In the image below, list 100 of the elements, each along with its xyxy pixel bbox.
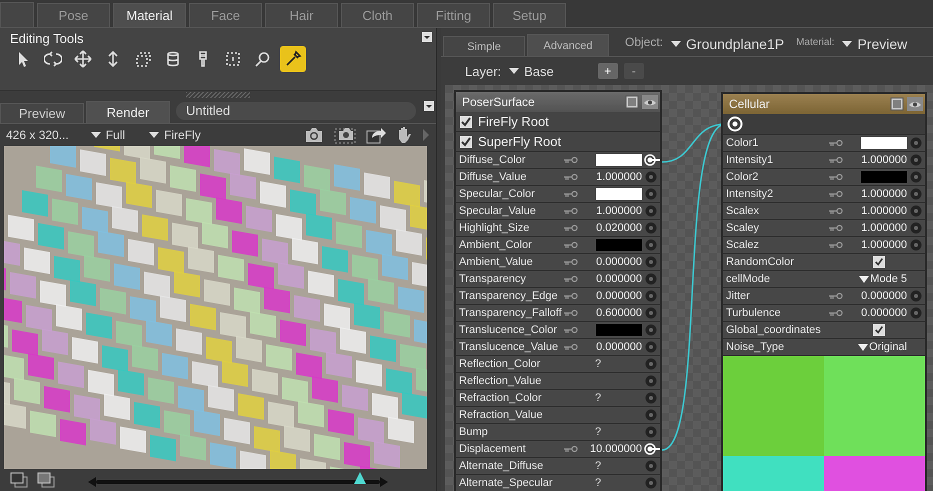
share-icon[interactable]: [366, 126, 386, 144]
move-icon: [74, 50, 92, 68]
camera-icon[interactable]: [304, 127, 324, 143]
parameter-value[interactable]: 1.000000: [845, 239, 907, 251]
mode-tab[interactable]: Simple: [443, 36, 525, 56]
key-icon[interactable]: [829, 309, 843, 317]
parameter-value[interactable]: 0.000000: [580, 290, 642, 302]
parameter-value[interactable]: 10.000000: [580, 443, 642, 455]
parameter-value: ?: [594, 358, 602, 370]
renderer-dropdown[interactable]: FireFly: [149, 128, 201, 142]
parameter-name: Transparency_Falloff: [459, 307, 563, 319]
key-icon[interactable]: [564, 190, 578, 198]
color-swatch[interactable]: [596, 239, 642, 251]
layers-icon[interactable]: [37, 472, 55, 488]
key-icon[interactable]: [564, 292, 578, 300]
parameter-name: Diffuse_Value: [459, 171, 528, 183]
color-swatch[interactable]: [596, 188, 642, 200]
slider-thumb[interactable]: [354, 472, 366, 484]
key-icon[interactable]: [564, 343, 578, 351]
key-icon[interactable]: [564, 156, 578, 164]
parameter-value[interactable]: 0.000000: [580, 341, 642, 353]
parameter-value: ?: [594, 392, 602, 404]
view-tab[interactable]: Render: [86, 101, 170, 123]
list-icon[interactable]: [625, 95, 639, 109]
parameter-value[interactable]: 0.600000: [580, 307, 642, 319]
resolution-text: 426 x 320...: [6, 128, 69, 142]
layer-dropdown[interactable]: Base: [509, 64, 554, 78]
parameter-name: Turbulence: [726, 307, 782, 319]
checkbox[interactable]: [873, 324, 885, 336]
add-layer-button[interactable]: +: [598, 63, 618, 79]
key-icon[interactable]: [829, 173, 843, 181]
eyedropper-icon: [284, 50, 302, 68]
shader-node[interactable]: [454, 90, 662, 491]
parameter-value[interactable]: 0.000000: [845, 290, 907, 302]
panel-menu-icon[interactable]: [422, 32, 432, 42]
color-swatch[interactable]: [596, 324, 642, 336]
parameter-value[interactable]: 0.020000: [580, 222, 642, 234]
checkbox[interactable]: [873, 256, 885, 268]
parameter-value[interactable]: 1.000000: [845, 222, 907, 234]
chevron-right-icon[interactable]: [422, 128, 430, 142]
key-icon[interactable]: [564, 445, 578, 453]
key-icon[interactable]: [564, 275, 578, 283]
key-icon[interactable]: [564, 258, 578, 266]
layers-icon[interactable]: [10, 472, 28, 488]
connected-socket-icon[interactable]: [644, 154, 660, 166]
parameter-name: Color1: [726, 137, 760, 149]
key-icon[interactable]: [564, 309, 578, 317]
output-socket-icon[interactable]: [727, 116, 743, 132]
key-icon[interactable]: [829, 139, 843, 147]
eye-icon[interactable]: [642, 95, 658, 109]
parameter-name: Translucence_Color: [459, 324, 558, 336]
parameter-value[interactable]: 0.000000: [845, 307, 907, 319]
key-icon[interactable]: [829, 224, 843, 232]
room-tab[interactable]: Material: [113, 3, 186, 27]
key-icon[interactable]: [829, 292, 843, 300]
dashed-frame-icon: [134, 50, 152, 68]
parameter-value[interactable]: 1.000000: [845, 188, 907, 200]
panel-title: Editing Tools: [10, 31, 84, 46]
object-dropdown[interactable]: Groundplane1P: [671, 36, 784, 52]
parameter-value[interactable]: 1.000000: [845, 154, 907, 166]
parameter-value: ?: [594, 426, 602, 438]
checkbox[interactable]: [460, 136, 472, 148]
parameter-name: Refraction_Value: [459, 409, 544, 421]
node-title: PoserSurface: [462, 95, 536, 109]
key-icon[interactable]: [829, 241, 843, 249]
key-icon[interactable]: [829, 207, 843, 215]
camera-icon[interactable]: [334, 126, 356, 144]
quality-dropdown[interactable]: Full: [90, 128, 126, 142]
key-icon[interactable]: [564, 224, 578, 232]
hand-icon[interactable]: [396, 126, 412, 144]
shader-node[interactable]: [721, 92, 927, 491]
list-icon[interactable]: [890, 97, 904, 111]
splitter-grip[interactable]: [186, 92, 250, 98]
eye-icon[interactable]: [907, 97, 923, 111]
color-swatch[interactable]: [861, 171, 907, 183]
checkbox[interactable]: [460, 116, 472, 128]
material-dropdown[interactable]: Preview: [842, 36, 908, 52]
key-icon[interactable]: [829, 190, 843, 198]
key-icon[interactable]: [564, 241, 578, 249]
mode-tab[interactable]: Advanced: [527, 34, 609, 56]
parameter-name: Global_coordinates: [726, 324, 822, 336]
parameter-value[interactable]: 1.000000: [580, 205, 642, 217]
key-icon[interactable]: [564, 207, 578, 215]
parameter-name: Transparency: [459, 273, 527, 285]
parameter-name: Scalez: [726, 239, 760, 251]
color-swatch[interactable]: [861, 137, 907, 149]
parameter-value[interactable]: 1.000000: [845, 205, 907, 217]
color-swatch[interactable]: [596, 154, 642, 166]
parameter-value[interactable]: 0.000000: [580, 273, 642, 285]
eyedropper-tool[interactable]: [280, 46, 306, 72]
connected-socket-icon[interactable]: [644, 443, 660, 455]
view-tab[interactable]: Preview: [0, 103, 84, 123]
parameter-value[interactable]: 0.000000: [580, 256, 642, 268]
parameter-value[interactable]: 1.000000: [580, 171, 642, 183]
parameter-name: Reflection_Color: [459, 358, 542, 370]
panel-menu-icon[interactable]: [424, 101, 434, 111]
arrow-right-icon[interactable]: [380, 477, 388, 487]
key-icon[interactable]: [564, 173, 578, 181]
key-icon[interactable]: [564, 326, 578, 334]
key-icon[interactable]: [829, 156, 843, 164]
